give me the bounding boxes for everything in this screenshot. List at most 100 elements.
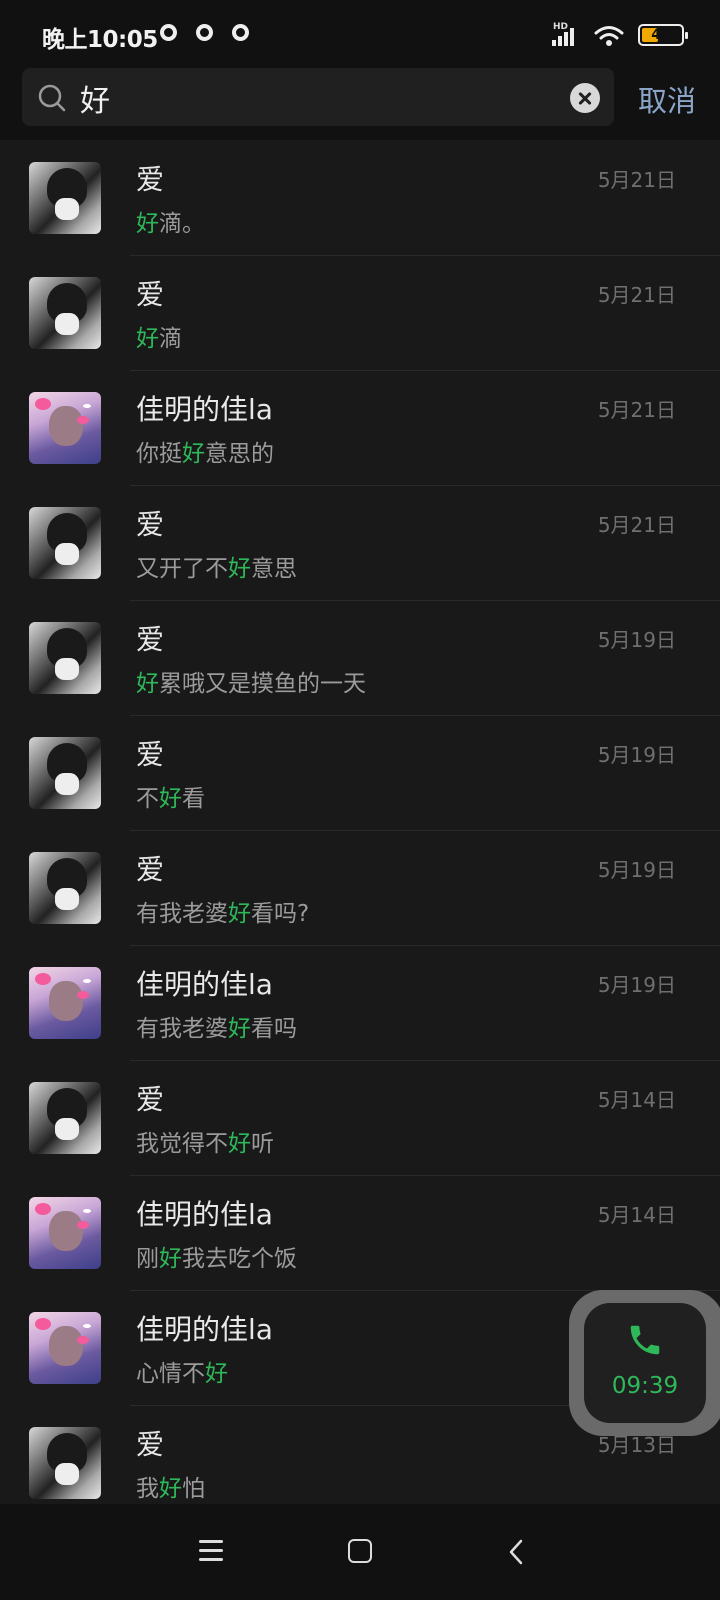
status-time: 晚上10:05 bbox=[42, 27, 158, 53]
contact-name: 爱 bbox=[136, 853, 165, 886]
cancel-button[interactable]: 取消 bbox=[638, 78, 696, 120]
status-bar: 晚上10:05 HD 43 bbox=[0, 0, 720, 68]
avatar[interactable] bbox=[29, 507, 101, 579]
search-icon bbox=[38, 84, 66, 112]
contact-name: 爱 bbox=[136, 163, 165, 196]
message-date: 5月21日 bbox=[597, 513, 676, 537]
snippet-before: 我 bbox=[136, 1476, 159, 1502]
contact-name: 爱 bbox=[136, 278, 165, 311]
signal-icon bbox=[552, 26, 580, 46]
avatar[interactable] bbox=[29, 1082, 101, 1154]
chat-app-icon bbox=[196, 24, 213, 41]
clear-search-icon[interactable] bbox=[570, 83, 600, 113]
contact-name: 爱 bbox=[136, 623, 165, 656]
search-header: 好 取消 bbox=[0, 68, 720, 140]
message-snippet: 好累哦又是摸鱼的一天 bbox=[136, 664, 366, 698]
result-row[interactable]: 爱好滴 5月21日 bbox=[0, 255, 720, 370]
result-row[interactable]: 爱好滴。 5月21日 bbox=[0, 140, 720, 255]
wifi-icon bbox=[594, 26, 624, 46]
snippet-match: 好 bbox=[205, 1361, 228, 1387]
snippet-match: 好 bbox=[182, 441, 205, 467]
snippet-match: 好 bbox=[228, 556, 251, 582]
menu-icon[interactable] bbox=[199, 1540, 223, 1562]
snippet-match: 好 bbox=[136, 671, 159, 697]
avatar[interactable] bbox=[29, 162, 101, 234]
contact-name: 爱 bbox=[136, 1428, 165, 1461]
message-snippet: 我觉得不好听 bbox=[136, 1124, 274, 1158]
snippet-after: 累哦又是摸鱼的一天 bbox=[159, 671, 366, 697]
snippet-match: 好 bbox=[228, 1131, 251, 1157]
result-row[interactable]: 爱又开了不好意思 5月21日 bbox=[0, 485, 720, 600]
avatar[interactable] bbox=[29, 277, 101, 349]
message-snippet: 不好看 bbox=[136, 779, 205, 813]
floating-call-widget[interactable]: 09:39 bbox=[569, 1290, 720, 1436]
snippet-after: 意思的 bbox=[205, 441, 274, 467]
result-row[interactable]: 爱我觉得不好听 5月14日 bbox=[0, 1060, 720, 1175]
back-icon[interactable] bbox=[504, 1538, 530, 1566]
avatar[interactable] bbox=[29, 967, 101, 1039]
status-indicators: HD 43 bbox=[544, 20, 688, 48]
message-date: 5月14日 bbox=[597, 1088, 676, 1112]
contact-name: 佳明的佳la bbox=[136, 1313, 273, 1346]
snippet-after: 看吗 bbox=[251, 1016, 297, 1042]
battery-icon: 43 bbox=[638, 24, 688, 46]
message-date: 5月14日 bbox=[597, 1203, 676, 1227]
contact-name: 佳明的佳la bbox=[136, 1198, 273, 1231]
result-row[interactable]: 佳明的佳la 你挺好意思的 5月21日 bbox=[0, 370, 720, 485]
message-snippet: 有我老婆好看吗? bbox=[136, 894, 309, 928]
result-row[interactable]: 爱不好看 5月19日 bbox=[0, 715, 720, 830]
snippet-after: 滴 bbox=[159, 326, 182, 352]
message-date: 5月19日 bbox=[597, 973, 676, 997]
snippet-after: 我去吃个饭 bbox=[182, 1246, 297, 1272]
snippet-before: 有我老婆 bbox=[136, 901, 228, 927]
snippet-match: 好 bbox=[159, 1476, 182, 1502]
message-date: 5月19日 bbox=[597, 858, 676, 882]
message-date: 5月21日 bbox=[597, 168, 676, 192]
result-row[interactable]: 爱好累哦又是摸鱼的一天 5月19日 bbox=[0, 600, 720, 715]
snippet-before: 心情不 bbox=[136, 1361, 205, 1387]
avatar[interactable] bbox=[29, 852, 101, 924]
snippet-before: 我觉得不 bbox=[136, 1131, 228, 1157]
avatar[interactable] bbox=[29, 1197, 101, 1269]
avatar[interactable] bbox=[29, 1427, 101, 1499]
snippet-match: 好 bbox=[136, 326, 159, 352]
message-snippet: 你挺好意思的 bbox=[136, 434, 274, 468]
navigation-bar bbox=[0, 1504, 720, 1600]
message-snippet: 刚好我去吃个饭 bbox=[136, 1239, 297, 1273]
avatar[interactable] bbox=[29, 1312, 101, 1384]
snippet-after: 听 bbox=[251, 1131, 274, 1157]
search-input[interactable]: 好 bbox=[80, 76, 110, 120]
message-date: 5月21日 bbox=[597, 283, 676, 307]
contact-name: 佳明的佳la bbox=[136, 968, 273, 1001]
call-widget-panel[interactable]: 09:39 bbox=[584, 1303, 706, 1423]
result-row[interactable]: 佳明的佳la 刚好我去吃个饭 5月14日 bbox=[0, 1175, 720, 1290]
avatar[interactable] bbox=[29, 737, 101, 809]
battery-level: 43 bbox=[651, 27, 671, 43]
snippet-after: 怕 bbox=[182, 1476, 205, 1502]
message-snippet: 又开了不好意思 bbox=[136, 549, 297, 583]
home-icon[interactable] bbox=[348, 1539, 372, 1563]
message-date: 5月21日 bbox=[597, 398, 676, 422]
result-row[interactable]: 佳明的佳la 有我老婆好看吗 5月19日 bbox=[0, 945, 720, 1060]
snippet-after: 看吗? bbox=[251, 901, 310, 927]
contact-name: 爱 bbox=[136, 738, 165, 771]
avatar[interactable] bbox=[29, 622, 101, 694]
snippet-match: 好 bbox=[159, 1246, 182, 1272]
message-snippet: 有我老婆好看吗 bbox=[136, 1009, 297, 1043]
snippet-before: 刚 bbox=[136, 1246, 159, 1272]
message-snippet: 心情不好 bbox=[136, 1354, 228, 1388]
snippet-after: 滴。 bbox=[159, 211, 205, 237]
snippet-match: 好 bbox=[228, 1016, 251, 1042]
result-row[interactable]: 爱有我老婆好看吗? 5月19日 bbox=[0, 830, 720, 945]
message-snippet: 好滴 bbox=[136, 319, 182, 353]
snippet-before: 不 bbox=[136, 786, 159, 812]
avatar[interactable] bbox=[29, 392, 101, 464]
contact-name: 爱 bbox=[136, 508, 165, 541]
message-snippet: 好滴。 bbox=[136, 204, 205, 238]
snippet-after: 意思 bbox=[251, 556, 297, 582]
snippet-match: 好 bbox=[228, 901, 251, 927]
snippet-match: 好 bbox=[159, 786, 182, 812]
snippet-before: 有我老婆 bbox=[136, 1016, 228, 1042]
phone-icon bbox=[630, 1325, 660, 1355]
search-box[interactable]: 好 bbox=[22, 68, 614, 126]
